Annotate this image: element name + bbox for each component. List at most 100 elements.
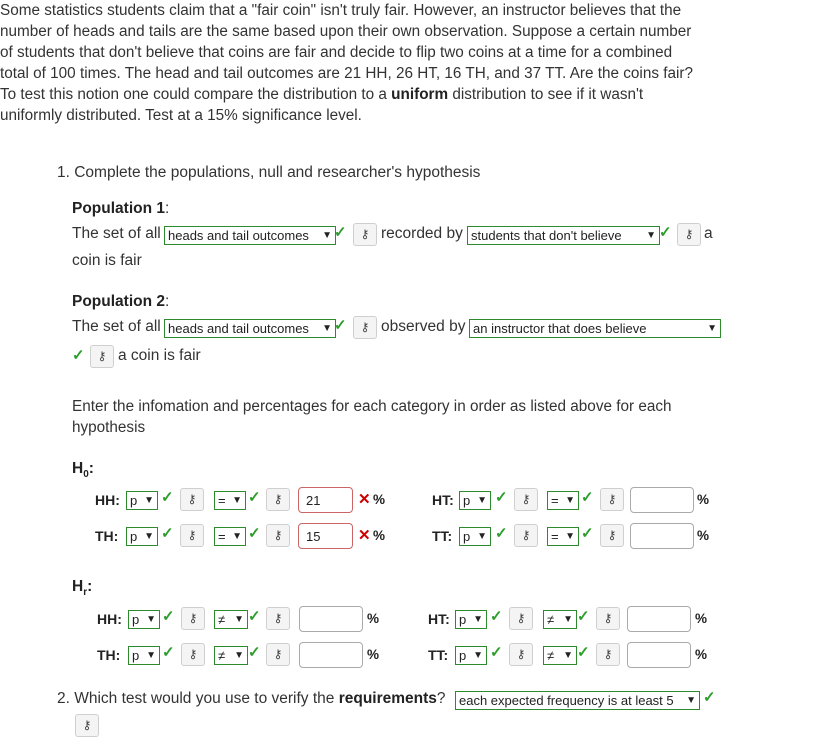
hr-tt-value-input[interactable]	[627, 642, 691, 668]
h0-th-param-select[interactable]: p ▼	[126, 527, 158, 546]
key-icon[interactable]: ⚷	[266, 524, 290, 547]
chevron-down-icon: ▼	[686, 695, 696, 706]
chevron-down-icon: ▼	[477, 531, 487, 542]
hr-ht-label: HT:	[428, 611, 450, 627]
hr-ht-value-input[interactable]	[627, 606, 691, 632]
problem-statement: Some statistics students claim that a "f…	[0, 0, 700, 126]
hr-tt-percent: %	[695, 647, 708, 662]
chevron-down-icon: ▼	[563, 614, 573, 625]
key-icon[interactable]: ⚷	[600, 488, 624, 511]
population-1-outcome-select[interactable]: heads and tail outcomes ▼	[164, 226, 336, 245]
key-icon[interactable]: ⚷	[514, 488, 538, 511]
chevron-down-icon: ▼	[144, 531, 154, 542]
question-2-prompt: 2. Which test would you use to verify th…	[57, 690, 446, 707]
key-icon[interactable]: ⚷	[596, 607, 620, 630]
hr-hh-percent: %	[367, 611, 380, 626]
key-icon[interactable]: ⚷	[677, 223, 701, 246]
hr-ht-param-select[interactable]: p ▼	[455, 610, 487, 629]
check-icon: ✓	[248, 608, 261, 625]
check-icon: ✓	[581, 489, 594, 506]
h0-th-label: TH:	[95, 528, 119, 544]
hr-label: Hr:	[72, 578, 93, 599]
check-icon: ✓	[161, 489, 174, 506]
cross-icon: ✕	[358, 491, 371, 508]
requirements-test-select[interactable]: each expected frequency is at least 5 ▼	[455, 691, 700, 710]
check-icon: ✓	[703, 689, 716, 706]
key-icon[interactable]: ⚷	[596, 643, 620, 666]
chevron-down-icon: ▼	[565, 531, 575, 542]
h0-ht-param-select[interactable]: p ▼	[459, 491, 491, 510]
check-icon: ✓	[162, 608, 175, 625]
chevron-down-icon: ▼	[477, 495, 487, 506]
key-icon[interactable]: ⚷	[181, 607, 205, 630]
hr-th-value-input[interactable]	[299, 642, 363, 668]
h0-hh-param-select[interactable]: p ▼	[126, 491, 158, 510]
key-icon[interactable]: ⚷	[75, 714, 99, 737]
check-icon: ✓	[490, 608, 503, 625]
hr-hh-value-input[interactable]	[299, 606, 363, 632]
key-icon[interactable]: ⚷	[180, 524, 204, 547]
chevron-down-icon: ▼	[146, 614, 156, 625]
hr-hh-label: HH:	[97, 611, 122, 627]
population-2-outcome-select[interactable]: heads and tail outcomes ▼	[164, 319, 336, 338]
h0-ht-op-select[interactable]: = ▼	[547, 491, 579, 510]
chevron-down-icon: ▼	[234, 650, 244, 661]
key-icon[interactable]: ⚷	[266, 488, 290, 511]
hr-ht-percent: %	[695, 611, 708, 626]
hr-th-op-select[interactable]: ≠ ▼	[214, 646, 248, 665]
chevron-down-icon: ▼	[322, 230, 332, 241]
hr-hh-param-select[interactable]: p ▼	[128, 610, 160, 629]
h0-tt-value-input[interactable]	[630, 523, 694, 549]
h0-ht-percent: %	[697, 492, 710, 507]
key-icon[interactable]: ⚷	[353, 316, 377, 339]
check-icon: ✓	[581, 525, 594, 542]
key-icon[interactable]: ⚷	[180, 488, 204, 511]
h0-ht-value-input[interactable]	[630, 487, 694, 513]
chevron-down-icon: ▼	[473, 650, 483, 661]
h0-tt-label: TT:	[432, 528, 453, 544]
hr-hh-op-select[interactable]: ≠ ▼	[214, 610, 248, 629]
h0-th-value-input[interactable]: 15	[298, 523, 353, 549]
chevron-down-icon: ▼	[707, 323, 717, 334]
key-icon[interactable]: ⚷	[514, 524, 538, 547]
chevron-down-icon: ▼	[646, 230, 656, 241]
h0-tt-param-select[interactable]: p ▼	[459, 527, 491, 546]
key-icon[interactable]: ⚷	[181, 643, 205, 666]
population-2-source-select[interactable]: an instructor that does believe ▼	[469, 319, 721, 338]
key-icon[interactable]: ⚷	[600, 524, 624, 547]
hr-th-param-select[interactable]: p ▼	[128, 646, 160, 665]
h0-th-percent: %	[373, 528, 386, 543]
chevron-down-icon: ▼	[232, 495, 242, 506]
check-icon: ✓	[490, 644, 503, 661]
h0-tt-op-select[interactable]: = ▼	[547, 527, 579, 546]
population-1-source-select[interactable]: students that don't believe ▼	[467, 226, 660, 245]
key-icon[interactable]: ⚷	[353, 223, 377, 246]
hr-ht-op-select[interactable]: ≠ ▼	[543, 610, 577, 629]
chevron-down-icon: ▼	[146, 650, 156, 661]
check-icon: ✓	[161, 525, 174, 542]
h0-hh-percent: %	[373, 492, 386, 507]
population-1-suffix-line2: coin is fair	[72, 252, 142, 269]
check-icon: ✓	[495, 525, 508, 542]
h0-th-op-select[interactable]: = ▼	[214, 527, 246, 546]
h0-label: H0:	[72, 460, 94, 481]
key-icon[interactable]: ⚷	[509, 607, 533, 630]
h0-hh-value-input[interactable]: 21	[298, 487, 353, 513]
check-icon: ✓	[72, 347, 85, 364]
hr-tt-label: TT:	[428, 647, 449, 663]
hr-tt-param-select[interactable]: p ▼	[455, 646, 487, 665]
h0-hh-op-select[interactable]: = ▼	[214, 491, 246, 510]
hr-tt-op-select[interactable]: ≠ ▼	[543, 646, 577, 665]
key-icon[interactable]: ⚷	[266, 607, 290, 630]
population-1-heading: Population 1:	[72, 200, 170, 217]
key-icon[interactable]: ⚷	[266, 643, 290, 666]
chevron-down-icon: ▼	[563, 650, 573, 661]
chevron-down-icon: ▼	[232, 531, 242, 542]
key-icon[interactable]: ⚷	[90, 345, 114, 368]
intro-bold: uniform	[391, 86, 449, 103]
population-1-suffix: a	[704, 225, 713, 242]
hr-th-label: TH:	[97, 647, 121, 663]
check-icon: ✓	[659, 224, 672, 241]
check-icon: ✓	[248, 525, 261, 542]
key-icon[interactable]: ⚷	[509, 643, 533, 666]
